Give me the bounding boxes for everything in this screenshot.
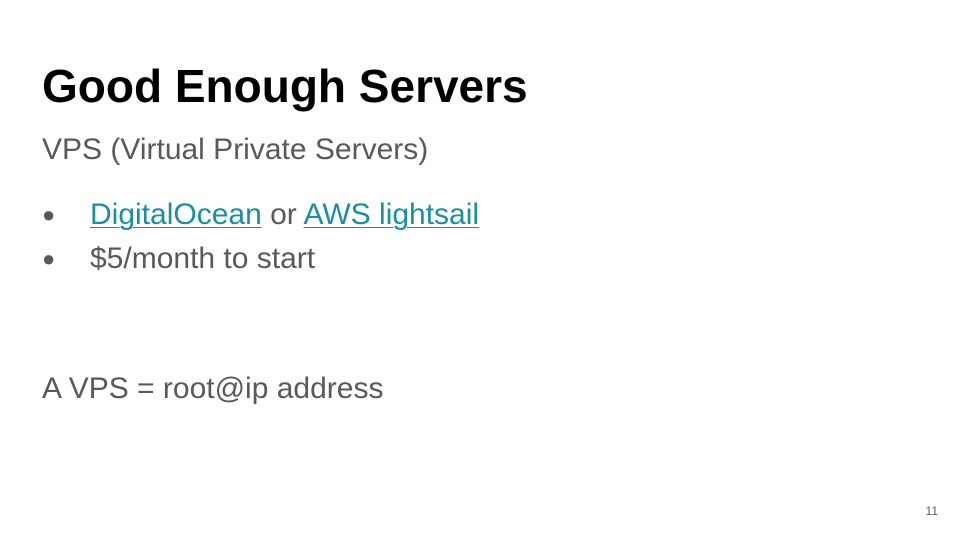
slide-subtitle: VPS (Virtual Private Servers) [42, 133, 429, 166]
bullet-dot-icon: ● [42, 246, 56, 271]
aws-lightsail-link[interactable]: AWS lightsail [303, 198, 479, 231]
slide: Good Enough Servers VPS (Virtual Private… [0, 0, 960, 540]
vps-definition-text: A VPS = root@ip address [42, 372, 384, 405]
digitalocean-link[interactable]: DigitalOcean [90, 198, 262, 231]
bullet-text-price: $5/month to start [90, 242, 316, 275]
bullet-connector: or [261, 198, 304, 231]
bullet-text: DigitalOcean or AWS lightsail [90, 196, 479, 234]
page-number: 11 [925, 504, 938, 518]
slide-title: Good Enough Servers [42, 60, 528, 112]
bullet-dot-icon: ● [42, 202, 56, 227]
